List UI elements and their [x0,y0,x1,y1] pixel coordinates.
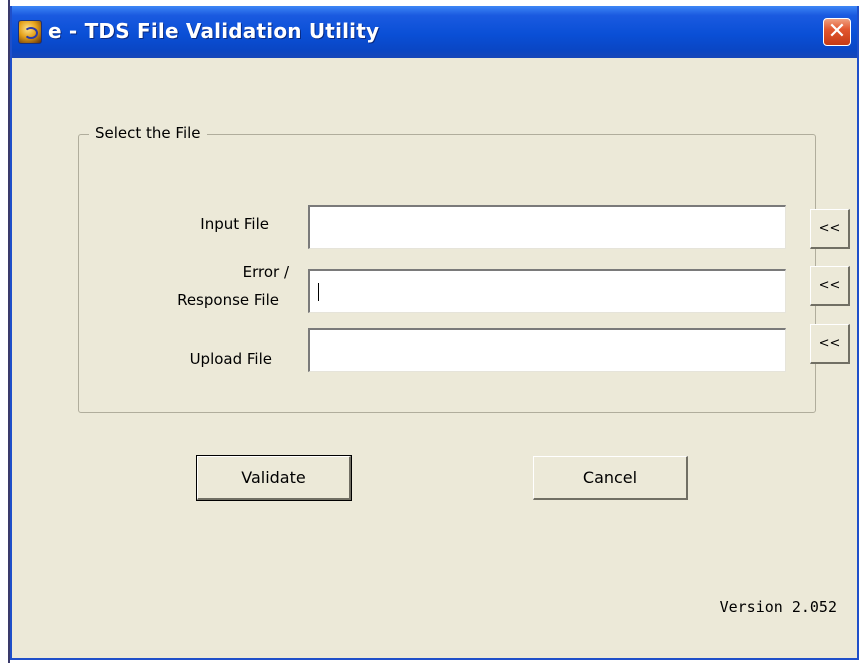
group-legend: Select the File [89,124,207,142]
dialog-window: e - TDS File Validation Utility ✕ Select… [10,6,859,660]
title-bar[interactable]: e - TDS File Validation Utility ✕ [12,6,857,58]
upload-file-field[interactable] [308,328,786,372]
version-label: Version 2.052 [719,598,837,616]
input-file-field[interactable] [308,205,786,249]
validate-button[interactable]: Validate [196,455,352,501]
desktop-edge [0,0,10,663]
cancel-button[interactable]: Cancel [533,456,688,500]
text-cursor [318,283,319,301]
browse-error-button[interactable]: << [810,266,850,306]
input-file-label: Input File [200,215,269,233]
error-label-line1: Error / [242,263,289,281]
window-title: e - TDS File Validation Utility [48,19,380,43]
app-logo-icon [18,20,42,44]
error-label-line2: Response File [177,291,279,309]
close-button[interactable]: ✕ [823,18,851,46]
error-response-file-field[interactable] [308,269,786,313]
close-icon: ✕ [827,19,847,44]
select-file-group: Select the File Input File << Error / Re… [78,124,850,413]
upload-file-label: Upload File [189,350,272,368]
browse-input-button[interactable]: << [810,209,850,249]
browse-upload-button[interactable]: << [810,324,850,364]
